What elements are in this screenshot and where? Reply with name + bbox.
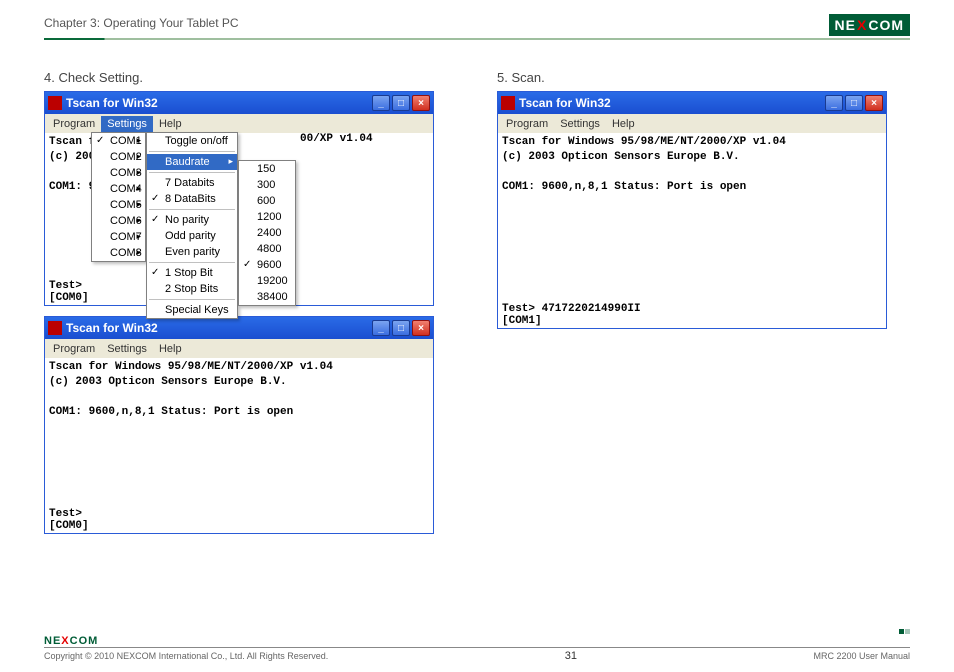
baud-9600[interactable]: 9600 <box>239 257 295 273</box>
baud-600[interactable]: 600 <box>239 193 295 209</box>
com0-label: [COM0] <box>49 292 89 304</box>
maximize-button[interactable]: □ <box>845 95 863 111</box>
console-com-line: COM1: 9600,n,8,1 Status: Port is open <box>49 405 429 420</box>
menu-item-specialkeys[interactable]: Special Keys <box>147 302 237 318</box>
menu-program[interactable]: Program <box>500 116 554 132</box>
app-icon <box>501 96 515 110</box>
manual-name: MRC 2200 User Manual <box>813 651 910 661</box>
console-line1: Tscan for Windows 95/98/ME/NT/2000/XP v1… <box>49 360 429 375</box>
step-4-label: 4. Check Setting. <box>44 70 457 85</box>
menu-item-com4[interactable]: COM4 <box>92 181 145 197</box>
titlebar[interactable]: Tscan for Win32 _ □ × <box>45 92 433 114</box>
menu-item-noparity[interactable]: No parity <box>147 212 237 228</box>
menu-item-2stopbits[interactable]: 2 Stop Bits <box>147 281 237 297</box>
menu-item-1stopbit[interactable]: 1 Stop Bit <box>147 265 237 281</box>
titlebar-2[interactable]: Tscan for Win32 _ □ × <box>45 317 433 339</box>
baud-2400[interactable]: 2400 <box>239 225 295 241</box>
baudrate-menu[interactable]: 150 300 600 1200 2400 4800 9600 19200 38… <box>238 160 296 306</box>
com-port-menu[interactable]: COM1 COM2 COM3 COM4 COM5 COM6 COM7 COM8 <box>91 132 146 262</box>
com-settings-menu[interactable]: Toggle on/off Baudrate 7 Databits 8 Data… <box>146 132 238 319</box>
baud-150[interactable]: 150 <box>239 161 295 177</box>
menu-program[interactable]: Program <box>47 341 101 357</box>
header-divider <box>44 38 910 40</box>
footer-logo: NEXCOM <box>44 635 98 647</box>
menu-item-8databits[interactable]: 8 DataBits <box>147 191 237 207</box>
close-button[interactable]: × <box>412 320 430 336</box>
app-icon <box>48 96 62 110</box>
app-icon <box>48 321 62 335</box>
tscan-window-portopen: Tscan for Win32 _ □ × Program Settings H… <box>44 316 434 534</box>
page-number: 31 <box>565 650 577 662</box>
console3-line2: (c) 2003 Opticon Sensors Europe B.V. <box>502 150 882 165</box>
page-footer: NEXCOM Copyright © 2010 NEXCOM Internati… <box>44 635 910 662</box>
window-title-3: Tscan for Win32 <box>519 96 825 110</box>
console3-line1: Tscan for Windows 95/98/ME/NT/2000/XP v1… <box>502 135 882 150</box>
logo-x: X <box>857 17 867 33</box>
menu-item-7databits[interactable]: 7 Databits <box>147 175 237 191</box>
console-line2: (c) 2003 Opticon Sensors Europe B.V. <box>49 375 429 390</box>
menu-item-oddparity[interactable]: Odd parity <box>147 228 237 244</box>
menu-settings[interactable]: Settings <box>101 116 153 132</box>
baud-1200[interactable]: 1200 <box>239 209 295 225</box>
test-prompt-2: Test> <box>49 508 89 520</box>
minimize-button[interactable]: _ <box>372 95 390 111</box>
menu-help[interactable]: Help <box>153 341 188 357</box>
logo-left: NE <box>835 17 856 33</box>
minimize-button[interactable]: _ <box>372 320 390 336</box>
tscan-window-scan: Tscan for Win32 _ □ × Program Settings H… <box>497 91 887 329</box>
logo-right: COM <box>868 17 904 33</box>
baud-38400[interactable]: 38400 <box>239 289 295 305</box>
window-title-2: Tscan for Win32 <box>66 321 372 335</box>
console3-com-line: COM1: 9600,n,8,1 Status: Port is open <box>502 180 882 195</box>
window-title: Tscan for Win32 <box>66 96 372 110</box>
scan-result-line: Test> 4717220214990II <box>502 303 641 315</box>
menu-item-evenparity[interactable]: Even parity <box>147 244 237 260</box>
baud-19200[interactable]: 19200 <box>239 273 295 289</box>
minimize-button[interactable]: _ <box>825 95 843 111</box>
menu-help[interactable]: Help <box>606 116 641 132</box>
menu-program[interactable]: Program <box>47 116 101 132</box>
menu-item-toggle[interactable]: Toggle on/off <box>147 133 237 149</box>
chapter-title: Chapter 3: Operating Your Tablet PC <box>44 16 239 34</box>
baud-4800[interactable]: 4800 <box>239 241 295 257</box>
maximize-button[interactable]: □ <box>392 320 410 336</box>
com0-label-2: [COM0] <box>49 520 89 532</box>
close-button[interactable]: × <box>412 95 430 111</box>
console-area-3: Tscan for Windows 95/98/ME/NT/2000/XP v1… <box>498 133 886 328</box>
menu-item-baudrate[interactable]: Baudrate <box>147 154 237 170</box>
menu-settings[interactable]: Settings <box>554 116 606 132</box>
menu-item-com7[interactable]: COM7 <box>92 229 145 245</box>
baud-300[interactable]: 300 <box>239 177 295 193</box>
step-5-label: 5. Scan. <box>497 70 910 85</box>
console-area: Tscan fo (c) 2003 COM1: 9 COM1 COM2 COM3… <box>45 133 433 305</box>
menu-item-com3[interactable]: COM3 <box>92 165 145 181</box>
menu-item-com5[interactable]: COM5 <box>92 197 145 213</box>
tscan-window-settings: Tscan for Win32 _ □ × Program Settings H… <box>44 91 434 306</box>
close-button[interactable]: × <box>865 95 883 111</box>
nexcom-logo: NEXCOM <box>829 14 910 36</box>
copyright-text: Copyright © 2010 NEXCOM International Co… <box>44 651 328 661</box>
menu-item-com8[interactable]: COM8 <box>92 245 145 261</box>
com1-label: [COM1] <box>502 315 641 327</box>
console-area-2: Tscan for Windows 95/98/ME/NT/2000/XP v1… <box>45 358 433 533</box>
titlebar-3[interactable]: Tscan for Win32 _ □ × <box>498 92 886 114</box>
menu-help[interactable]: Help <box>153 116 188 132</box>
maximize-button[interactable]: □ <box>392 95 410 111</box>
menu-item-com1[interactable]: COM1 <box>92 133 145 149</box>
line1-right: 00/XP v1.04 <box>300 133 373 145</box>
menu-item-com2[interactable]: COM2 <box>92 149 145 165</box>
menu-item-com6[interactable]: COM6 <box>92 213 145 229</box>
test-prompt: Test> <box>49 280 89 292</box>
menu-settings[interactable]: Settings <box>101 341 153 357</box>
footer-deco-icon <box>899 629 910 634</box>
